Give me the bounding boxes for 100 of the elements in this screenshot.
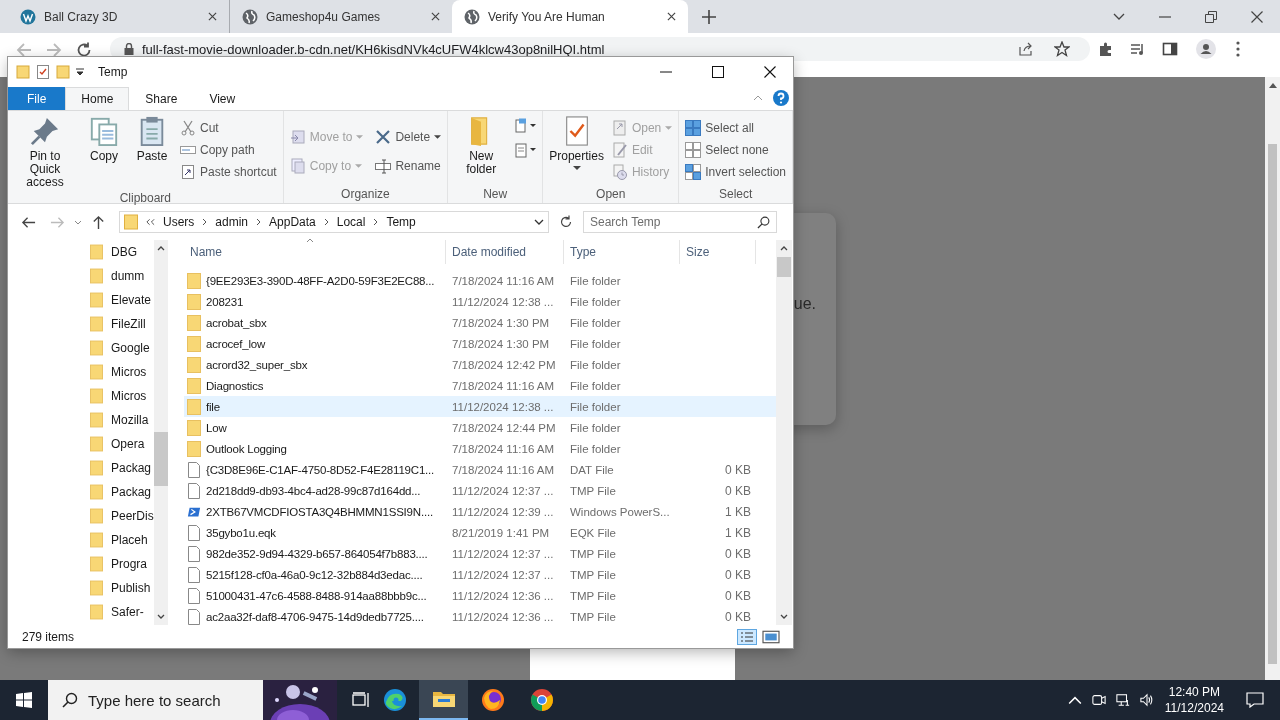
breadcrumb[interactable]: Local xyxy=(336,215,366,229)
scroll-up-icon[interactable] xyxy=(1268,83,1277,88)
scroll-thumb[interactable] xyxy=(1268,144,1277,664)
file-row[interactable]: Diagnostics 7/18/2024 11:16 AM File folder xyxy=(184,375,776,396)
close-icon[interactable] xyxy=(667,12,676,21)
ribbon-button[interactable]: Cut xyxy=(178,117,279,139)
checklist-icon[interactable] xyxy=(36,65,50,79)
forward-icon[interactable] xyxy=(46,42,62,58)
media-icon[interactable] xyxy=(1130,41,1146,57)
share-icon[interactable] xyxy=(1018,41,1034,57)
dropdown-icon[interactable] xyxy=(572,166,581,170)
easy-access-icon[interactable] xyxy=(514,142,539,158)
ribbon-button[interactable]: Select all xyxy=(683,117,788,139)
clock-time[interactable]: 12:40 PM xyxy=(1168,684,1221,700)
address-field[interactable]: Users admin AppData Local Temp xyxy=(119,211,549,233)
ribbon-button[interactable]: Properties xyxy=(547,114,606,172)
scroll-down-icon[interactable] xyxy=(156,614,165,619)
up-arrow-icon[interactable] xyxy=(91,214,106,230)
nav-item[interactable]: Safer- xyxy=(90,600,154,624)
network-icon[interactable] xyxy=(1115,693,1130,707)
file-row[interactable]: {9EE293E3-390D-48FF-A2D0-59F3E2EC88... 7/18/2024 11:16 AM File folder xyxy=(184,270,776,291)
close-icon[interactable] xyxy=(764,66,776,78)
ribbon-button[interactable]: New folder xyxy=(452,114,511,178)
file-row[interactable]: 2d218dd9-db93-4bc4-ad28-99c87d164dd... 11/12/2024 12:37 ... TMP File 0 KB xyxy=(184,480,776,501)
ribbon-tab[interactable]: View xyxy=(193,87,252,110)
help-icon[interactable] xyxy=(773,90,789,106)
ribbon-button[interactable]: Invert selection xyxy=(683,161,788,183)
column-header[interactable]: Date modified xyxy=(446,240,564,264)
breadcrumb[interactable]: AppData xyxy=(269,215,316,229)
nav-item[interactable]: dumm xyxy=(90,264,154,288)
double-chevron-icon[interactable] xyxy=(146,218,155,226)
chevron-right-icon[interactable] xyxy=(256,218,262,226)
maximize-icon[interactable] xyxy=(712,66,724,78)
nav-item[interactable]: PeerDis xyxy=(90,504,154,528)
ribbon-button[interactable]: Pin to Quick access xyxy=(12,114,78,191)
close-icon[interactable] xyxy=(208,12,217,21)
file-row[interactable]: 208231 11/12/2024 12:38 ... File folder xyxy=(184,291,776,312)
star-icon[interactable] xyxy=(1054,41,1070,57)
file-row[interactable]: file 11/12/2024 12:38 ... File folder xyxy=(184,396,776,417)
nav-item[interactable]: FileZill xyxy=(90,312,154,336)
file-row[interactable]: ac2aa32f-daf8-4706-9475-14d9dedb7725.... 11/12/2024 12:36 ... TMP File 0 KB xyxy=(184,606,776,627)
file-row[interactable]: 5215f128-cf0a-46a0-9c12-32b884d3edac.... 11/12/2024 12:37 ... TMP File 0 KB xyxy=(184,564,776,585)
ribbon-button[interactable]: Select none xyxy=(683,139,788,161)
nav-item[interactable]: Google xyxy=(90,336,154,360)
large-icons-view-icon[interactable] xyxy=(761,628,781,645)
file-row[interactable]: acrocef_low 7/18/2024 1:30 PM File folder xyxy=(184,333,776,354)
collapse-icon[interactable] xyxy=(753,95,763,101)
file-row[interactable]: Low 7/18/2024 12:44 PM File folder xyxy=(184,417,776,438)
new-tab-icon[interactable] xyxy=(702,9,716,24)
nav-item[interactable]: Micros xyxy=(90,384,154,408)
puzzle-icon[interactable] xyxy=(1098,41,1114,57)
profile-icon[interactable] xyxy=(1196,39,1216,59)
task-view-icon[interactable] xyxy=(352,692,370,708)
nav-item[interactable]: Elevate xyxy=(90,288,154,312)
file-row[interactable]: {C3D8E96E-C1AF-4750-8D52-F4E28119C1... 7/18/2024 11:16 AM DAT File 0 KB xyxy=(184,459,776,480)
file-row[interactable]: 2XTB67VMCDFIOSTA3Q4BHMMN1SSI9N.... 11/12/2024 12:39 ... Windows PowerS... 1 KB xyxy=(184,501,776,522)
page-scrollbar[interactable] xyxy=(1265,77,1280,680)
ribbon-tab[interactable]: File xyxy=(8,87,66,110)
scroll-down-icon[interactable] xyxy=(780,614,788,619)
ribbon-button[interactable]: Rename xyxy=(373,151,444,180)
close-icon[interactable] xyxy=(1251,10,1263,23)
nav-item[interactable]: Micros xyxy=(90,360,154,384)
nav-item[interactable]: Packag xyxy=(90,480,154,504)
nav-item[interactable]: DBG xyxy=(90,240,154,264)
ribbon-button[interactable]: Delete xyxy=(373,122,444,151)
browser-tab[interactable]: Gameshop4u Games xyxy=(230,0,452,33)
nav-item[interactable]: Publish xyxy=(90,576,154,600)
scroll-up-icon[interactable] xyxy=(156,246,165,251)
search-field[interactable]: Search Temp xyxy=(583,211,777,233)
ribbon-button[interactable]: Paste xyxy=(130,114,174,165)
reload-icon[interactable] xyxy=(76,42,92,58)
breadcrumb[interactable]: Temp xyxy=(386,215,416,229)
scroll-thumb[interactable] xyxy=(153,432,168,486)
scroll-up-icon[interactable] xyxy=(780,246,788,251)
windows-logo-icon[interactable] xyxy=(16,692,32,708)
ribbon-button[interactable]: Copy path xyxy=(178,139,279,161)
browser-tab[interactable]: Verify You Are Human xyxy=(452,0,688,33)
camera-icon[interactable] xyxy=(1091,693,1106,707)
dropdown-icon[interactable] xyxy=(534,219,544,225)
refresh-icon[interactable] xyxy=(559,215,573,229)
scroll-thumb[interactable] xyxy=(777,257,791,277)
taskbar-app[interactable] xyxy=(419,680,468,720)
dropdown-icon[interactable] xyxy=(434,134,442,139)
nav-item[interactable]: Mozilla xyxy=(90,408,154,432)
breadcrumb[interactable]: Users xyxy=(163,215,195,229)
file-row[interactable]: 35gybo1u.eqk 8/21/2019 1:41 PM EQK File 1 KB xyxy=(184,522,776,543)
chevron-right-icon[interactable] xyxy=(323,218,329,226)
menu-icon[interactable] xyxy=(1236,41,1240,57)
file-row[interactable]: acrord32_super_sbx 7/18/2024 12:42 PM File folder xyxy=(184,354,776,375)
nav-item[interactable]: Progra xyxy=(90,552,154,576)
dropdown-icon[interactable] xyxy=(76,68,84,76)
ribbon-button[interactable]: Copy xyxy=(82,114,126,165)
chevron-right-icon[interactable] xyxy=(373,218,379,226)
nav-item[interactable]: Placeh xyxy=(90,528,154,552)
file-row[interactable]: Outlook Logging 7/18/2024 11:16 AM File folder xyxy=(184,438,776,459)
details-view-icon[interactable] xyxy=(737,628,757,645)
nav-item[interactable]: Opera xyxy=(90,432,154,456)
file-row[interactable]: 51000431-47c6-4588-8488-914aa88bbb9c... 11/12/2024 12:36 ... TMP File 0 KB xyxy=(184,585,776,606)
caret-icon[interactable] xyxy=(74,219,82,225)
volume-icon[interactable] xyxy=(1139,693,1154,707)
